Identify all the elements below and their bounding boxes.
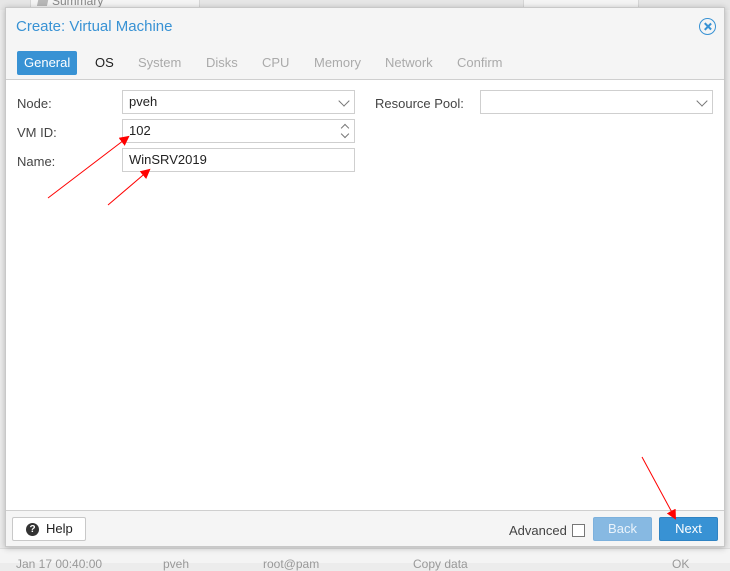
close-icon[interactable]	[699, 18, 716, 35]
wizard-tab-bar: General OS System Disks CPU Memory Netwo…	[6, 44, 724, 80]
vmid-label: VM ID:	[17, 125, 57, 140]
node-value: pveh	[129, 94, 158, 109]
dialog-footer: ? Help Advanced Back Next	[6, 510, 724, 546]
node-select[interactable]: pveh	[122, 90, 355, 114]
log-node: pveh	[163, 557, 190, 571]
tab-cpu: CPU	[262, 55, 290, 70]
dialog-header: Create: Virtual Machine	[6, 8, 724, 44]
resource-pool-select[interactable]	[480, 90, 713, 114]
tab-system: System	[138, 55, 182, 70]
advanced-label: Advanced	[509, 523, 567, 538]
log-time: Jan 17 00:40:00	[16, 557, 103, 571]
chevron-down-icon[interactable]	[338, 95, 350, 107]
dialog-title: Create: Virtual Machine	[16, 18, 173, 35]
tab-general[interactable]: General	[17, 51, 78, 75]
tab-disks: Disks	[206, 55, 238, 70]
background-task-log-row: Jan 17 00:40:00 pveh root@pam Copy data …	[0, 548, 730, 571]
tab-network: Network	[385, 55, 433, 70]
help-button[interactable]: ? Help	[12, 517, 86, 541]
vmid-spinner[interactable]: 102	[122, 119, 355, 143]
back-button: Back	[593, 517, 652, 541]
name-value: WinSRV2019	[129, 152, 207, 167]
help-button-label: Help	[46, 521, 73, 536]
log-status: OK	[672, 557, 690, 571]
name-input[interactable]: WinSRV2019	[122, 148, 355, 172]
tab-os[interactable]: OS	[88, 51, 121, 75]
next-button[interactable]: Next	[659, 517, 718, 541]
question-circle-icon: ?	[26, 523, 39, 536]
tab-memory: Memory	[314, 55, 361, 70]
tab-confirm: Confirm	[457, 55, 503, 70]
vmid-value: 102	[129, 123, 151, 138]
name-label: Name:	[17, 154, 56, 169]
advanced-checkbox[interactable]	[572, 524, 585, 537]
create-vm-dialog: Create: Virtual Machine General OS Syste…	[5, 7, 725, 547]
general-form: Node: pveh VM ID: 102 Name: WinSRV2019 R…	[6, 81, 724, 510]
spinner-down-icon[interactable]	[340, 129, 350, 139]
node-label: Node:	[17, 96, 52, 111]
log-description: Copy data	[413, 557, 468, 571]
resource-pool-label: Resource Pool:	[375, 96, 464, 111]
chevron-down-icon[interactable]	[696, 95, 708, 107]
log-user: root@pam	[263, 557, 320, 571]
